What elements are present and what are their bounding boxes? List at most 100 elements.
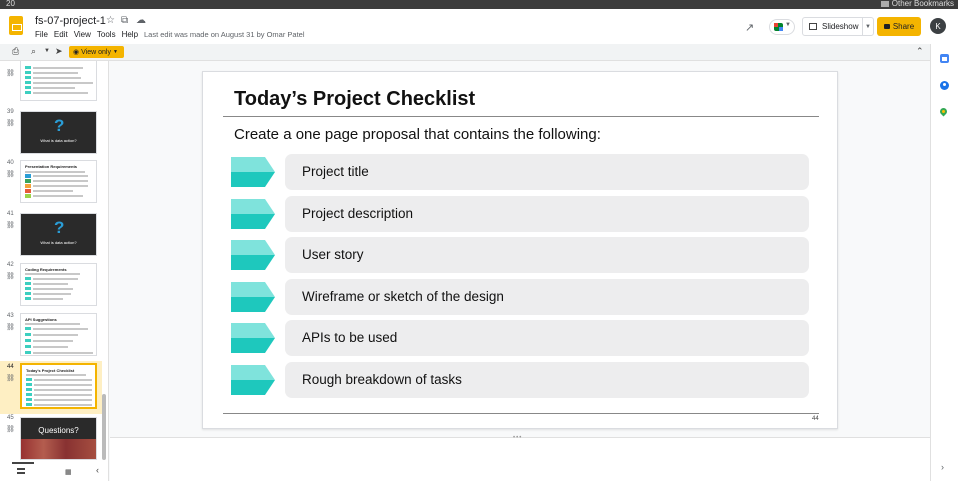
filmstrip-scrollbar[interactable]: [102, 394, 106, 460]
slide-thumbnail[interactable]: ? What is data action?: [20, 111, 97, 154]
link-icon: ⛓: [6, 426, 15, 433]
checklist-item-label: Project title: [302, 164, 369, 179]
activity-trend-icon[interactable]: ↗: [745, 21, 754, 34]
chevron-right-icon[interactable]: ›: [941, 462, 944, 472]
filmstrip-slide-43[interactable]: 43 ⛓ API Suggestions: [0, 311, 102, 361]
link-icon: ⛓: [6, 171, 15, 178]
filmstrip-slide-45[interactable]: 45 ⛓ Questions?: [0, 413, 102, 463]
menu-view[interactable]: View: [74, 30, 91, 39]
checklist-item-label: Rough breakdown of tasks: [302, 372, 462, 387]
menu-edit[interactable]: Edit: [54, 30, 68, 39]
filmstrip-footer: ▦ ‹: [0, 462, 108, 481]
slideshow-icon: [809, 23, 817, 30]
filmstrip-slide-44[interactable]: 44 ⛓ Today's Project Checklist: [0, 361, 102, 414]
title-divider: [223, 116, 819, 117]
maps-icon[interactable]: [940, 108, 947, 117]
slide-subtitle: Create a one page proposal that contains…: [234, 126, 601, 143]
checklist-item-label: APIs to be used: [302, 330, 398, 345]
slide-number: 40: [7, 160, 14, 166]
chevron-arrow-icon: [231, 323, 275, 353]
menu-help[interactable]: Help: [122, 30, 138, 39]
browser-chrome: 20 Other Bookmarks: [0, 0, 958, 9]
thumbnail-text: Questions?: [38, 426, 79, 435]
slideshow-options-icon[interactable]: ▼: [862, 18, 873, 35]
slide-number: 44: [7, 364, 14, 370]
slides-logo-icon[interactable]: [9, 16, 23, 35]
checklist-item-label: Project description: [302, 206, 414, 221]
menu-file[interactable]: File: [35, 30, 48, 39]
view-only-label: View only: [81, 48, 111, 56]
slide-thumbnail[interactable]: [20, 61, 97, 101]
grid-view-icon[interactable]: ▦: [65, 468, 72, 476]
link-icon: ⛓: [6, 120, 15, 127]
checklist-item: Project description: [231, 196, 811, 232]
checklist-item-box: Project description: [285, 196, 809, 232]
eye-icon: ◉: [73, 49, 80, 56]
other-bookmarks[interactable]: Other Bookmarks: [880, 0, 954, 8]
print-icon[interactable]: ⎙: [12, 46, 19, 57]
link-icon: ⛓: [6, 273, 15, 280]
checklist-item: APIs to be used: [231, 320, 811, 356]
calendar-icon[interactable]: [940, 54, 949, 63]
filmstrip-slide-41[interactable]: 41 ⛓ ? What is data action?: [0, 209, 102, 259]
thumbnail-title: API Suggestions: [25, 317, 57, 322]
footer-divider: [223, 413, 819, 414]
view-only-button[interactable]: ◉ View only ▼: [69, 46, 124, 58]
app-header: fs-07-project-1 ☆ ⧉ ☁ File Edit View Too…: [0, 9, 958, 44]
link-icon: ⛓: [6, 222, 15, 229]
question-mark-graphic: ?: [54, 218, 65, 237]
tab-count[interactable]: 20: [6, 0, 15, 8]
slide-thumbnail[interactable]: Coding Requirements: [20, 263, 97, 306]
slide-number: 45: [7, 415, 14, 421]
chevron-arrow-icon: [231, 157, 275, 187]
hide-menus-chevron-up-icon[interactable]: ⌃: [916, 46, 924, 57]
slide-thumbnail[interactable]: Today's Project Checklist: [20, 363, 97, 409]
checklist-item-label: Wireframe or sketch of the design: [302, 289, 504, 304]
select-cursor-icon[interactable]: ➤: [55, 46, 63, 57]
caret-down-icon: ▼: [785, 22, 791, 28]
thumbnail-text: What is data action?: [40, 138, 77, 143]
checklist-item-box: Rough breakdown of tasks: [285, 362, 809, 398]
filmstrip-slide-38[interactable]: ⛓: [0, 61, 102, 105]
share-label: Share: [892, 22, 915, 31]
side-panel: ›: [930, 44, 958, 481]
checklist-item-label: User story: [302, 247, 364, 262]
zoom-icon[interactable]: ⌕: [31, 46, 36, 57]
active-view-indicator: [12, 462, 34, 464]
link-icon: ⛓: [6, 375, 15, 382]
star-icon[interactable]: ☆: [106, 15, 115, 26]
filmstrip-view-icon[interactable]: [17, 468, 25, 474]
slide-title: Today’s Project Checklist: [234, 88, 476, 110]
zoom-caret-icon[interactable]: ▼: [44, 48, 50, 54]
last-edit-link[interactable]: Last edit was made on August 31 by Omar …: [144, 30, 305, 39]
slide-number: 43: [7, 313, 14, 319]
thumbnail-text: What is data action?: [40, 240, 77, 245]
thumbnail-title: Presentation Requirements: [25, 164, 78, 169]
document-title[interactable]: fs-07-project-1: [35, 15, 106, 27]
current-slide[interactable]: Today’s Project Checklist Create a one p…: [202, 71, 838, 429]
slide-thumbnail[interactable]: Presentation Requirements: [20, 160, 97, 203]
filmstrip-slide-40[interactable]: 40 ⛓ Presentation Requirements: [0, 158, 102, 208]
slideshow-button[interactable]: Slideshow ▼: [802, 17, 874, 36]
slide-thumbnail[interactable]: Questions?: [20, 417, 97, 460]
share-button[interactable]: Share: [877, 17, 921, 36]
contacts-icon[interactable]: [940, 81, 949, 90]
filmstrip-slide-42[interactable]: 42 ⛓ Coding Requirements: [0, 260, 102, 310]
menu-bar: File Edit View Tools Help: [35, 30, 138, 39]
menu-tools[interactable]: Tools: [97, 30, 116, 39]
filmstrip-slide-39[interactable]: 39 ⛓ ? What is data action?: [0, 107, 102, 157]
checklist-item-box: User story: [285, 237, 809, 273]
speaker-notes-area[interactable]: [110, 438, 930, 481]
meet-button[interactable]: ▼: [769, 19, 795, 35]
collapse-panel-chevron-icon[interactable]: ‹: [96, 465, 99, 475]
cloud-status-icon[interactable]: ☁: [136, 15, 146, 26]
account-avatar[interactable]: K: [930, 18, 946, 34]
slide-thumbnail[interactable]: API Suggestions: [20, 313, 97, 356]
link-icon: ⛓: [6, 324, 15, 331]
meet-camera-icon: [774, 23, 783, 31]
checklist-item: Rough breakdown of tasks: [231, 362, 811, 398]
move-to-folder-icon[interactable]: ⧉: [121, 15, 128, 26]
slide-thumbnail[interactable]: ? What is data action?: [20, 213, 97, 256]
folder-icon: [880, 0, 889, 7]
checklist-item: User story: [231, 237, 811, 273]
